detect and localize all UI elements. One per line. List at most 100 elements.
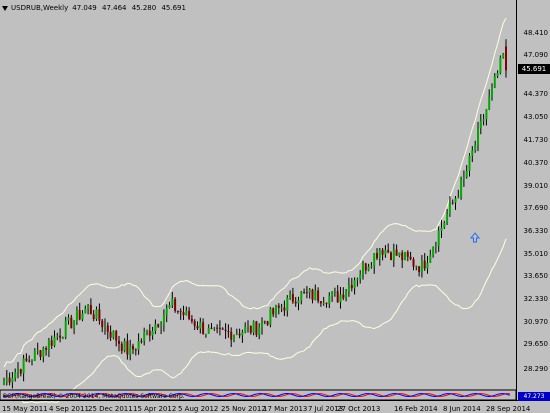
bear-candle bbox=[92, 314, 95, 320]
bull-candle bbox=[36, 350, 39, 352]
bull-candle bbox=[31, 360, 33, 362]
bear-candle bbox=[317, 290, 320, 302]
ohlc-high: 47.464 bbox=[101, 4, 127, 12]
bull-candle bbox=[233, 334, 235, 340]
bull-candle bbox=[331, 291, 334, 296]
bull-candle bbox=[488, 97, 491, 110]
bull-candle bbox=[47, 340, 50, 350]
bull-candle bbox=[269, 308, 272, 325]
bull-candle bbox=[151, 331, 154, 336]
bear-candle bbox=[134, 349, 137, 351]
bear-candle bbox=[303, 291, 306, 293]
bull-candle bbox=[33, 350, 36, 361]
price-tick-label: 44.370 bbox=[523, 90, 549, 98]
bull-candle bbox=[185, 310, 188, 316]
bear-candle bbox=[325, 302, 328, 304]
bull-candle bbox=[434, 245, 437, 248]
bear-candle bbox=[376, 253, 378, 259]
chart-title-bar: USDRUB,Weekly 47.049 47.464 45.280 45.69… bbox=[2, 2, 189, 14]
bull-candle bbox=[53, 336, 56, 346]
up-arrow-icon bbox=[469, 232, 481, 243]
bear-candle bbox=[140, 340, 143, 342]
bear-candle bbox=[8, 377, 11, 383]
bear-candle bbox=[98, 309, 101, 321]
bull-candle bbox=[280, 307, 283, 309]
bull-candle bbox=[429, 255, 432, 263]
ohlc-open: 47.049 bbox=[72, 4, 97, 12]
bull-candle bbox=[491, 87, 493, 98]
bull-candle bbox=[146, 330, 148, 333]
bear-candle bbox=[202, 322, 205, 334]
bear-candle bbox=[39, 350, 42, 357]
bear-candle bbox=[230, 331, 233, 340]
bull-candle bbox=[81, 313, 84, 320]
bull-candle bbox=[322, 302, 325, 304]
bull-candle bbox=[56, 335, 59, 337]
bull-candle bbox=[479, 120, 482, 129]
bull-candle bbox=[204, 333, 207, 335]
bear-candle bbox=[266, 321, 269, 325]
bear-candle bbox=[238, 333, 241, 336]
bear-candle bbox=[311, 289, 314, 300]
bull-candle bbox=[477, 128, 479, 146]
bull-candle bbox=[3, 381, 5, 385]
bull-candle bbox=[392, 249, 395, 261]
bear-candle bbox=[350, 284, 353, 289]
bull-candle bbox=[432, 247, 435, 256]
bear-candle bbox=[406, 252, 409, 257]
bull-candle bbox=[485, 109, 488, 120]
bull-candle bbox=[235, 333, 238, 335]
bear-candle bbox=[263, 321, 266, 323]
bull-candle bbox=[462, 177, 465, 180]
bear-candle bbox=[342, 294, 345, 299]
bear-candle bbox=[364, 263, 367, 271]
date-tick-label: 25 Dec 2011 bbox=[88, 405, 133, 413]
price-tick-label: 29.650 bbox=[523, 340, 549, 348]
bear-candle bbox=[409, 256, 412, 260]
bull-candle bbox=[61, 337, 64, 339]
bear-candle bbox=[423, 260, 426, 269]
bear-candle bbox=[176, 310, 179, 312]
price-tick-label: 28.290 bbox=[523, 365, 549, 373]
bull-candle bbox=[252, 321, 255, 333]
bull-candle bbox=[129, 346, 132, 355]
bull-candle bbox=[308, 289, 311, 293]
bear-candle bbox=[120, 343, 123, 352]
symbol-label: USDRUB,Weekly bbox=[11, 4, 69, 12]
bull-candle bbox=[73, 320, 76, 329]
bear-candle bbox=[401, 252, 404, 261]
candles-layer bbox=[3, 39, 507, 389]
date-tick-label: 15 May 2011 bbox=[2, 405, 48, 413]
bull-candle bbox=[5, 377, 8, 382]
date-tick-label: 28 Sep 2014 bbox=[486, 405, 531, 413]
bear-candle bbox=[505, 46, 507, 71]
bear-candle bbox=[19, 369, 22, 374]
bull-candle bbox=[328, 295, 331, 304]
bull-candle bbox=[112, 331, 115, 338]
bull-candle bbox=[87, 305, 90, 309]
bear-candle bbox=[224, 329, 227, 331]
price-chart[interactable] bbox=[0, 0, 550, 413]
bull-candle bbox=[123, 340, 126, 352]
bear-candle bbox=[395, 249, 398, 256]
bear-candle bbox=[182, 312, 185, 316]
bull-candle bbox=[258, 327, 261, 335]
bull-candle bbox=[297, 300, 300, 304]
bear-candle bbox=[451, 202, 454, 204]
bull-candle bbox=[443, 222, 446, 228]
bear-candle bbox=[25, 358, 28, 361]
bull-candle bbox=[440, 227, 443, 231]
bull-candle bbox=[415, 266, 418, 268]
price-tick-label: 33.650 bbox=[523, 272, 549, 280]
date-tick-label: 25 Nov 2012 bbox=[221, 405, 266, 413]
bull-candle bbox=[17, 369, 19, 373]
date-tick-label: 5 Aug 2012 bbox=[178, 405, 219, 413]
bull-candle bbox=[42, 348, 45, 357]
ohlc-low: 45.280 bbox=[131, 4, 157, 12]
bull-candle bbox=[300, 291, 303, 301]
bull-candle bbox=[22, 358, 25, 374]
bull-candle bbox=[502, 54, 505, 58]
chart-window[interactable]: USDRUB,Weekly 47.049 47.464 45.280 45.69… bbox=[0, 0, 550, 413]
bear-candle bbox=[45, 348, 48, 350]
chevron-down-icon[interactable] bbox=[2, 5, 8, 11]
